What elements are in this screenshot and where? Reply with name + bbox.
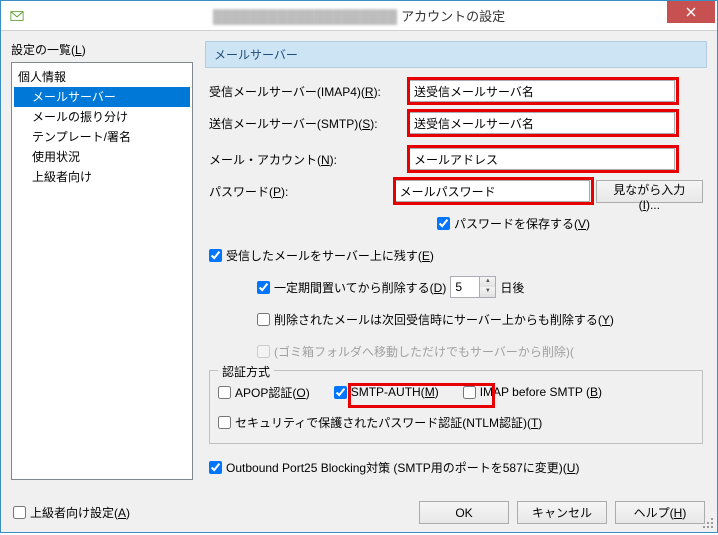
apop-checkbox[interactable]: APOP認証(O) (218, 384, 310, 401)
days-suffix: 日後 (500, 279, 524, 296)
imap-input[interactable] (409, 80, 675, 102)
delete-removed-checkbox[interactable]: 削除されたメールは次回受信時にサーバー上からも削除する(Y) (257, 311, 614, 328)
close-button[interactable] (667, 1, 715, 23)
advanced-settings-checkbox[interactable]: 上級者向け設定(A) (13, 504, 130, 521)
smtp-label: 送信メールサーバー(SMTP)(S): (209, 115, 409, 132)
account-label: メール・アカウント(N): (209, 151, 379, 168)
imap-before-smtp-checkbox[interactable]: IMAP before SMTP (B) (463, 385, 602, 399)
nav-item-mailserver[interactable]: メールサーバー (14, 87, 190, 107)
section-header: メールサーバー (205, 41, 707, 68)
smtp-input[interactable] (409, 112, 675, 134)
settings-window: ████████████████████アカウントの設定 設定の一覧(L) 個人… (0, 0, 718, 533)
bottom-bar: 上級者向け設定(A) OK キャンセル ヘルプ(H) (13, 501, 705, 524)
nav-item-advanced[interactable]: 上級者向け (14, 167, 190, 187)
outbound-port25-checkbox[interactable]: Outbound Port25 Blocking対策 (SMTP用のポートを58… (209, 459, 579, 476)
nav-item-template[interactable]: テンプレート/署名 (14, 127, 190, 147)
nav-item-sorting[interactable]: メールの振り分け (14, 107, 190, 127)
watch-input-button[interactable]: 見ながら入力(I)... (596, 180, 703, 203)
nav-item-personal[interactable]: 個人情報 (14, 67, 190, 87)
window-title: ████████████████████アカウントの設定 (213, 6, 505, 25)
spinner-up-icon[interactable]: ▲ (479, 277, 495, 287)
trash-note-checkbox: (ゴミ箱フォルダへ移動しただけでもサーバーから削除)( (257, 343, 574, 360)
nav-item-usage[interactable]: 使用状況 (14, 147, 190, 167)
spinner-down-icon[interactable]: ▼ (479, 287, 495, 297)
resize-grip-icon[interactable] (701, 516, 715, 530)
titlebar: ████████████████████アカウントの設定 (1, 1, 717, 31)
save-password-checkbox[interactable]: パスワードを保存する(V) (437, 215, 590, 232)
password-label: パスワード(P): (209, 183, 365, 200)
account-input[interactable] (409, 148, 675, 170)
ok-button[interactable]: OK (419, 501, 509, 524)
nav-listbox[interactable]: 個人情報 メールサーバー メールの振り分け テンプレート/署名 使用状況 上級者… (11, 62, 193, 480)
ntlm-checkbox[interactable]: セキュリティで保護されたパスワード認証(NTLM認証)(T) (218, 414, 542, 431)
delete-after-checkbox[interactable]: 一定期間置いてから削除する(D) (257, 279, 446, 296)
app-icon (9, 8, 25, 24)
password-input[interactable] (395, 180, 590, 202)
settings-nav: 設定の一覧(L) 個人情報 メールサーバー メールの振り分け テンプレート/署名… (11, 41, 193, 473)
settings-panel: メールサーバー 受信メールサーバー(IMAP4)(R): 送信メールサーバー(S… (193, 41, 707, 473)
help-button[interactable]: ヘルプ(H) (615, 501, 705, 524)
auth-group: 認証方式 APOP認証(O) SMTP-AUTH(M) IMAP before … (209, 370, 703, 444)
nav-header: 設定の一覧(L) (11, 41, 193, 58)
days-spinner[interactable]: 5 ▲▼ (450, 276, 496, 298)
auth-group-title: 認証方式 (218, 363, 274, 380)
smtp-auth-checkbox[interactable]: SMTP-AUTH(M) (334, 385, 439, 399)
imap-label: 受信メールサーバー(IMAP4)(R): (209, 83, 409, 100)
cancel-button[interactable]: キャンセル (517, 501, 607, 524)
close-icon (686, 7, 696, 17)
leave-on-server-checkbox[interactable]: 受信したメールをサーバー上に残す(E) (209, 247, 434, 264)
